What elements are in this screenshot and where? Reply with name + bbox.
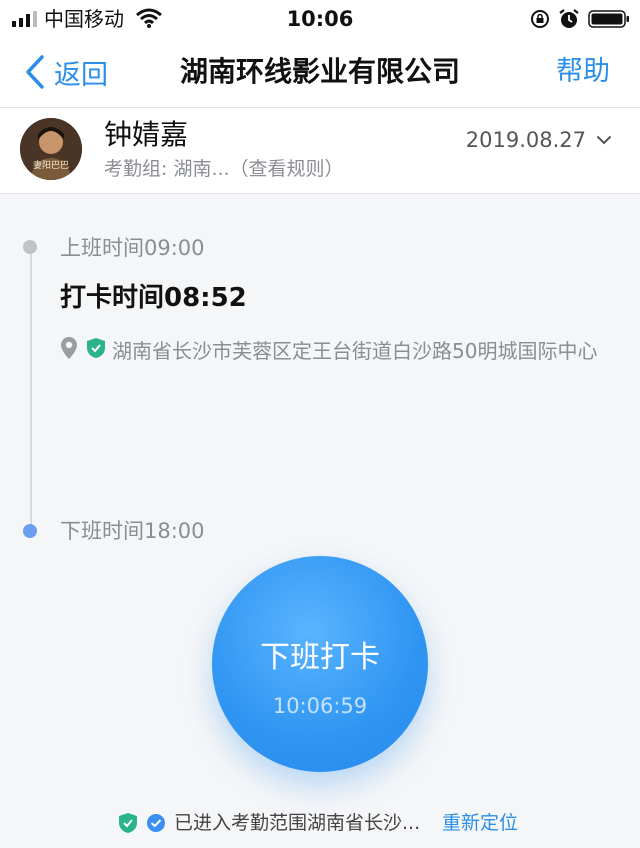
selected-date: 2019.08.27 bbox=[465, 128, 586, 152]
avatar-caption: 妻阳巴巴 bbox=[32, 161, 69, 171]
chevron-down-icon bbox=[597, 136, 611, 145]
user-name: 钟婧嘉 bbox=[104, 118, 189, 151]
location-address: 湖南省长沙市芙蓉区定王台街道白沙路50明城国际中心 bbox=[112, 339, 598, 363]
avatar[interactable]: 妻阳巴巴 bbox=[20, 118, 82, 180]
check-circle-icon bbox=[147, 814, 165, 832]
relocate-button[interactable]: 重新定位 bbox=[442, 808, 518, 838]
timeline-dot-on-duty bbox=[23, 240, 37, 254]
alarm-icon bbox=[559, 9, 579, 28]
punch-out-button[interactable]: 下班打卡 10:06:59 bbox=[212, 556, 428, 772]
lock-rotation-icon bbox=[531, 10, 549, 28]
location-pin-icon bbox=[61, 337, 77, 359]
shield-check-icon bbox=[119, 813, 137, 833]
off-duty-time: 下班时间18:00 bbox=[60, 519, 205, 543]
help-button[interactable]: 帮助 bbox=[556, 54, 610, 90]
page-title: 湖南环线影业有限公司 bbox=[179, 55, 460, 88]
punch-button-clock: 10:06:59 bbox=[272, 694, 368, 718]
punch-button-label: 下班打卡 bbox=[260, 640, 380, 675]
battery-icon bbox=[588, 10, 629, 28]
attendance-range-status: 已进入考勤范围湖南省长沙... bbox=[174, 812, 421, 834]
date-picker[interactable]: 2019.08.27 bbox=[466, 126, 612, 154]
punch-location: 湖南省长沙市芙蓉区定王台街道白沙路50明城国际中心 bbox=[60, 336, 600, 366]
status-bar: 中国移动 10:06 bbox=[0, 0, 640, 38]
timeline-line bbox=[30, 248, 32, 530]
attendance-group-link[interactable]: 考勤组: 湖南...（查看规则） bbox=[104, 156, 344, 182]
nav-bar: 返回 湖南环线影业有限公司 帮助 bbox=[0, 38, 640, 108]
profile-header: 妻阳巴巴 钟婧嘉 考勤组: 湖南...（查看规则） 2019.08.27 bbox=[0, 108, 640, 194]
punch-in-time: 打卡时间08:52 bbox=[60, 283, 247, 313]
shield-check-icon bbox=[87, 338, 105, 358]
on-duty-time: 上班时间09:00 bbox=[60, 236, 205, 260]
location-status-bar: 已进入考勤范围湖南省长沙... 重新定位 bbox=[0, 808, 640, 838]
timeline-dot-off-duty bbox=[23, 524, 37, 538]
screen: 中国移动 10:06 返回 湖南环线影业有限公司 帮助 妻阳巴巴 钟婧嘉 考勤组… bbox=[0, 0, 640, 848]
